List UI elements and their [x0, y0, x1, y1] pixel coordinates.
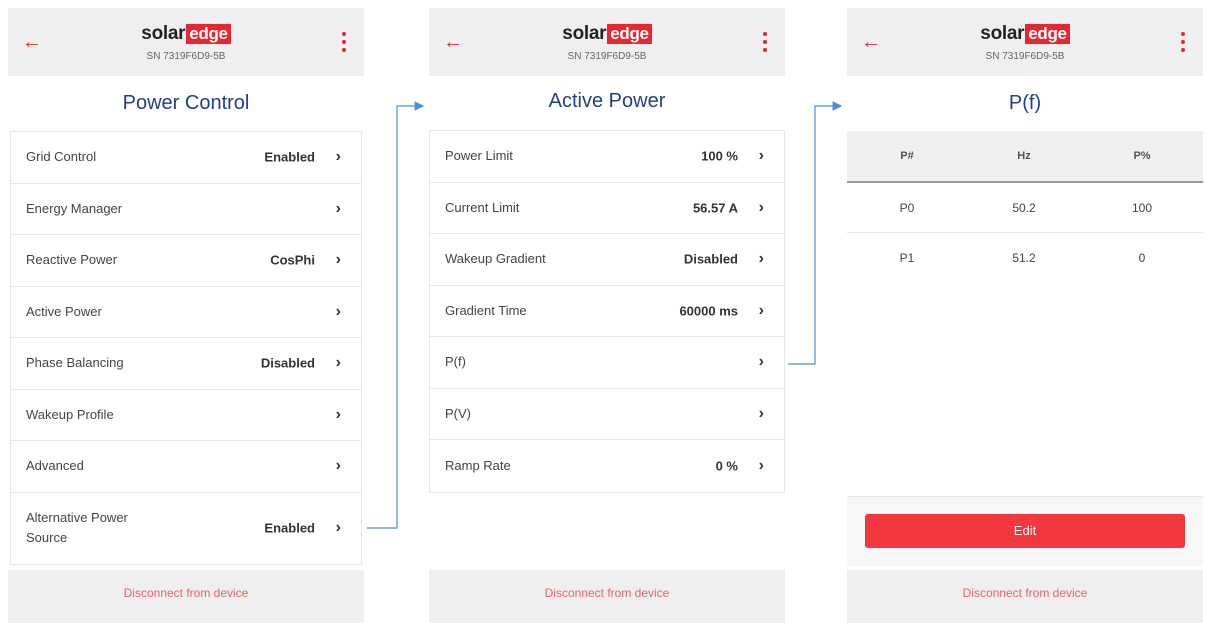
page-title: Active Power	[548, 90, 666, 112]
list-item-pf[interactable]: P(f) ›	[430, 337, 784, 389]
chevron-right-icon: ›	[335, 302, 341, 320]
settings-list: Grid Control Enabled › Energy Manager › Rea…	[10, 131, 362, 565]
table-row[interactable]: P1 51.2 0	[847, 233, 1203, 283]
edit-button[interactable]: Edit	[865, 514, 1185, 548]
list-item-ramp-rate[interactable]: Ramp Rate 0 % ›	[430, 440, 784, 492]
table-cell: P1	[899, 251, 915, 265]
column-header: P#	[900, 150, 914, 162]
disconnect-button[interactable]: Disconnect from device	[8, 570, 364, 623]
screen-power-control: ← solar edge SN 7319F6D9-5B Power Control…	[8, 8, 364, 623]
table-cell: 100	[1131, 200, 1153, 215]
item-label: Advanced	[26, 458, 84, 474]
table-cell: P0	[899, 200, 915, 215]
item-label: Wakeup Gradient	[445, 251, 546, 267]
list-item-power-limit[interactable]: Power Limit 100 % ›	[430, 131, 784, 183]
disconnect-button[interactable]: Disconnect from device	[847, 570, 1203, 623]
item-label: Active Power	[26, 303, 102, 319]
list-item-alternative-power-source[interactable]: Alternative Power Source Enabled ›	[11, 493, 361, 564]
item-value: 0 %	[715, 458, 738, 474]
column-header: P%	[1133, 150, 1151, 162]
settings-list: Power Limit 100 % › Current Limit 56.57 A › …	[429, 130, 785, 493]
table-row[interactable]: P0 50.2 100	[847, 183, 1203, 233]
solaredge-logo: solar edge	[429, 23, 785, 45]
chevron-right-icon: ›	[335, 148, 341, 166]
list-item-current-limit[interactable]: Current Limit 56.57 A ›	[430, 183, 784, 234]
table-cell: 50.2	[1012, 200, 1036, 215]
serial-number: SN 7319F6D9-5B	[146, 51, 226, 62]
connector-arrow	[367, 101, 425, 529]
page-title: P(f)	[1008, 92, 1042, 114]
list-item-advanced[interactable]: Advanced ›	[11, 441, 361, 493]
table-cell: 0	[1138, 251, 1146, 265]
serial-number: SN 7319F6D9-5B	[985, 51, 1065, 62]
item-label: Gradient Time	[445, 302, 527, 318]
item-label: Ramp Rate	[445, 457, 511, 473]
chevron-right-icon: ›	[758, 147, 764, 165]
table-cell: 51.2	[1012, 251, 1036, 265]
column-header: Hz	[1017, 150, 1031, 162]
disconnect-button[interactable]: Disconnect from device	[429, 570, 785, 623]
item-value: Disabled	[683, 251, 738, 267]
serial-number: SN 7319F6D9-5B	[567, 51, 647, 62]
kebab-menu-icon[interactable]	[1181, 32, 1185, 52]
chevron-right-icon: ›	[758, 404, 764, 422]
item-label: Alternative Power Source	[26, 510, 128, 545]
chevron-right-icon: ›	[758, 301, 764, 319]
screen-pf: ← solar edge SN 7319F6D9-5B P(f) P# Hz P%…	[847, 8, 1203, 623]
item-value: 60000 ms	[679, 303, 738, 319]
page-title: Power Control	[122, 92, 250, 114]
list-item-wakeup-profile[interactable]: Wakeup Profile ›	[11, 390, 361, 441]
item-label: Wakeup Profile	[26, 406, 114, 422]
connector-arrow	[788, 101, 843, 365]
list-item-active-power[interactable]: Active Power ›	[11, 287, 361, 338]
item-value: CosPhi	[270, 252, 315, 268]
item-label: Energy Manager	[26, 200, 123, 216]
item-label: P(V)	[445, 405, 471, 421]
item-value: 100 %	[701, 148, 738, 164]
list-item-gradient-time[interactable]: Gradient Time 60000 ms ›	[430, 286, 784, 337]
chevron-right-icon: ›	[758, 198, 764, 216]
chevron-right-icon: ›	[758, 456, 764, 474]
chevron-right-icon: ›	[335, 457, 341, 475]
list-item-energy-manager[interactable]: Energy Manager ›	[11, 184, 361, 235]
item-value: Enabled	[264, 149, 315, 165]
chevron-right-icon: ›	[335, 199, 341, 217]
list-item-reactive-power[interactable]: Reactive Power CosPhi ›	[11, 235, 361, 287]
item-value: Enabled	[264, 520, 315, 536]
app-bar: ← solar edge SN 7319F6D9-5B	[429, 8, 785, 76]
chevron-right-icon: ›	[335, 519, 341, 536]
app-bar: ← solar edge SN 7319F6D9-5B	[8, 8, 364, 76]
app-bar: ← solar edge SN 7319F6D9-5B	[847, 8, 1203, 76]
item-label: Grid Control	[26, 149, 97, 165]
table-header: P# Hz P%	[847, 131, 1203, 183]
chevron-right-icon: ›	[335, 405, 341, 423]
item-value: Disabled	[260, 355, 315, 371]
item-label: Phase Balancing	[26, 355, 124, 371]
solaredge-logo: solar edge	[847, 23, 1203, 45]
edit-panel: Edit	[847, 496, 1203, 566]
kebab-menu-icon[interactable]	[763, 32, 767, 52]
list-item-grid-control[interactable]: Grid Control Enabled ›	[11, 132, 361, 184]
list-item-wakeup-gradient[interactable]: Wakeup Gradient Disabled ›	[430, 234, 784, 286]
chevron-right-icon: ›	[335, 354, 341, 372]
screen-active-power: ← solar edge SN 7319F6D9-5B Active Power …	[429, 8, 785, 623]
item-label: P(f)	[445, 354, 466, 370]
chevron-right-icon: ›	[335, 251, 341, 269]
item-label: Current Limit	[445, 199, 520, 215]
solaredge-logo: solar edge	[8, 23, 364, 45]
chevron-right-icon: ›	[758, 250, 764, 268]
item-label: Reactive Power	[26, 252, 118, 268]
item-label: Power Limit	[445, 148, 513, 164]
chevron-right-icon: ›	[758, 353, 764, 371]
list-item-pv[interactable]: P(V) ›	[430, 389, 784, 440]
item-value: 56.57 A	[692, 200, 738, 216]
kebab-menu-icon[interactable]	[342, 32, 346, 52]
list-item-phase-balancing[interactable]: Phase Balancing Disabled ›	[11, 338, 361, 390]
